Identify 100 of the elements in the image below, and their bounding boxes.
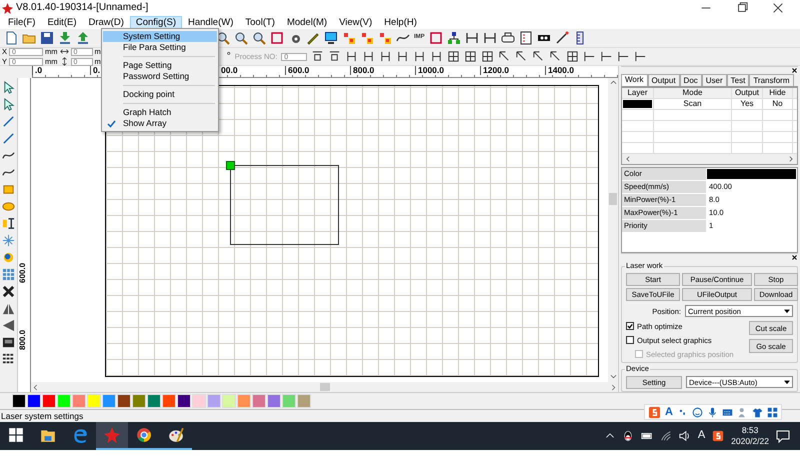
machine-icon[interactable] [2,336,15,349]
menu-item[interactable]: Docking point [103,89,217,100]
left-triangle-icon[interactable] [2,319,15,332]
color-chip[interactable] [252,394,266,408]
panel-tab[interactable]: Output [648,74,680,86]
column-header[interactable]: Hide [763,88,793,98]
menu-item[interactable]: Show Array [103,118,217,129]
magnifier-icon[interactable] [252,31,266,45]
emoji-icon[interactable] [692,406,703,418]
column-header[interactable]: Mode [654,88,732,98]
mirror-icon[interactable] [362,50,376,63]
menu-item[interactable]: Graph Hatch [103,107,217,118]
mirror-icon[interactable] [345,50,358,63]
frame-icon[interactable] [464,50,478,63]
cross-icon[interactable] [2,285,15,298]
close-icon[interactable] [772,2,784,14]
selection-handle[interactable] [226,161,235,170]
mirror-icon[interactable] [430,50,444,63]
penguin-icon[interactable] [622,430,634,442]
scroll-up-icon[interactable] [608,78,618,87]
menu-item[interactable]: Model(M) [280,16,334,29]
close-icon[interactable] [791,254,798,261]
color-chip[interactable] [87,394,101,408]
corner-arrow-icon[interactable] [498,50,512,63]
notification-icon[interactable] [776,429,790,443]
color-chip[interactable] [57,394,71,408]
scrollbar-thumb[interactable] [320,383,330,391]
line-icon[interactable] [2,115,15,128]
corner-arrow-icon[interactable] [549,50,562,63]
edge-align-icon[interactable] [600,50,614,63]
edge-align-icon[interactable] [583,50,596,63]
color-chip[interactable] [102,394,116,408]
align-icon[interactable] [311,50,324,63]
pen-icon[interactable] [306,31,320,45]
text-tool-icon[interactable] [2,217,15,230]
corner-arrow-icon[interactable] [515,50,528,63]
new-page-icon[interactable] [4,31,18,45]
color-chip[interactable] [162,394,176,408]
close-icon[interactable] [791,67,798,74]
square-icon[interactable] [270,31,284,45]
mirror-icon[interactable] [396,50,410,63]
color-chip[interactable] [222,394,236,408]
magnifier-icon[interactable] [216,31,230,45]
menu-item[interactable]: View(V) [333,16,378,29]
microphone-icon[interactable] [707,406,718,418]
nodes-icon[interactable] [342,31,356,45]
speaker-icon[interactable] [678,430,691,442]
line-icon[interactable] [2,132,15,145]
scrollbar-thumb[interactable] [609,193,617,205]
nodes-icon[interactable] [378,31,392,45]
clock-time[interactable]: 8:53 [731,425,769,436]
edge-align-icon[interactable] [634,50,648,63]
color-chip[interactable] [237,394,251,408]
checkbox[interactable] [626,322,634,330]
color-chip[interactable] [27,394,41,408]
spacing-icon[interactable] [464,31,479,45]
battery-icon[interactable] [640,430,653,442]
frame-icon[interactable] [481,50,494,63]
input-mode-indicator[interactable]: A [698,429,706,443]
square-icon[interactable] [428,31,443,45]
horizontal-arrow-icon[interactable] [60,47,69,56]
color-chip[interactable] [267,394,281,408]
grid-icon[interactable] [2,268,15,281]
panel-tab[interactable]: Doc [680,74,702,86]
mirror-icon[interactable] [413,50,426,63]
color-chip[interactable] [147,394,161,408]
tiles-icon[interactable] [767,406,778,418]
scroll-left-icon[interactable] [31,382,40,392]
color-swatch[interactable] [707,169,796,179]
frame-icon[interactable] [447,50,460,63]
color-chip[interactable] [177,394,191,408]
pointer-icon[interactable] [2,81,15,94]
input-mode-toggle[interactable]: A [665,406,673,418]
menu-item[interactable]: Page Setting [103,60,217,71]
layer-icon[interactable] [518,31,533,45]
color-chip[interactable] [207,394,221,408]
menu-item[interactable]: Password Setting [103,71,217,82]
color-chip[interactable] [132,394,146,408]
scroll-right-icon[interactable] [787,155,795,163]
spacing-icon[interactable] [482,31,497,45]
menu-item[interactable]: Edit(E) [41,16,82,29]
star-icon[interactable] [2,234,15,247]
edge-align-icon[interactable] [617,50,630,63]
nodes-icon[interactable] [360,31,374,45]
color-chip[interactable] [72,394,86,408]
vertical-arrow-icon[interactable] [60,57,69,66]
printer-icon[interactable] [500,31,515,45]
dot-grid-icon[interactable] [2,353,15,366]
menu-item[interactable]: File Para Setting [103,42,217,53]
import-icon[interactable] [58,31,72,45]
color-chip[interactable] [282,394,296,408]
scroll-right-icon[interactable] [609,382,618,392]
mirror-icon[interactable] [379,50,392,63]
wifi-icon[interactable] [660,430,672,442]
color-chip[interactable] [117,394,131,408]
corner-arrow-icon[interactable] [532,50,546,63]
color-chip[interactable] [42,394,56,408]
color-chip[interactable] [297,394,311,408]
pointer-icon[interactable] [2,98,15,111]
monitor-icon[interactable] [324,31,338,45]
